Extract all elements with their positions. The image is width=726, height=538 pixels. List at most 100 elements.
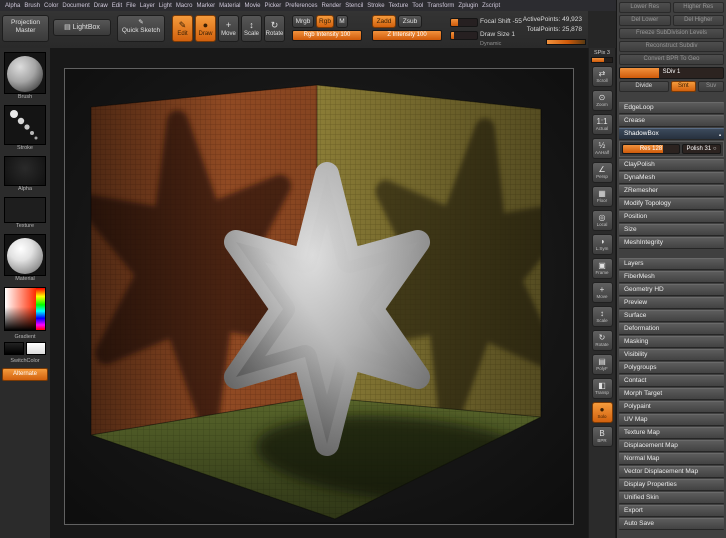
shelf-icon-button[interactable]: ▦ Floor	[591, 186, 613, 207]
shelf-icon-button[interactable]: ½ AAHalf	[591, 138, 613, 159]
sdiv-slider[interactable]: SDiv 1	[619, 67, 724, 79]
geometry-section-row[interactable]: Size	[619, 224, 724, 236]
menu-item[interactable]: Light	[157, 3, 174, 9]
menu-item[interactable]: Render	[320, 3, 344, 9]
shelf-icon-button[interactable]: ↕ Scale	[591, 306, 613, 327]
rotate-mode-button[interactable]: ↻ Rotate	[264, 15, 285, 42]
menu-item[interactable]: Tool	[410, 3, 425, 9]
edgeloop-section[interactable]: EdgeLoop	[619, 102, 724, 114]
tool-subpalette-row[interactable]: Export	[619, 505, 724, 517]
z-intensity-slider[interactable]: Z Intensity 100	[372, 30, 442, 41]
del-lower-button[interactable]: Del Lower	[619, 15, 671, 26]
geometry-section-row[interactable]: Position	[619, 211, 724, 223]
shadowbox-res-slider[interactable]: Res 128	[622, 144, 680, 154]
shelf-icon-button[interactable]: ⊙ Zoom	[591, 90, 613, 111]
shelf-icon-button[interactable]: ◑ L.Sym	[591, 234, 613, 255]
tool-subpalette-row[interactable]: UV Map	[619, 414, 724, 426]
spix-slider[interactable]	[591, 57, 613, 63]
tool-subpalette-row[interactable]: Vector Displacement Map	[619, 466, 724, 478]
smt-toggle[interactable]: Smt	[670, 81, 697, 92]
divide-button[interactable]: Divide	[619, 81, 669, 92]
menu-item[interactable]: Texture	[387, 3, 411, 9]
menu-item[interactable]: Zplugin	[456, 3, 480, 9]
suv-toggle[interactable]: Suv	[698, 81, 724, 92]
geometry-section-row[interactable]: DynaMesh	[619, 172, 724, 184]
shelf-icon-button[interactable]: ▤ PolyF	[591, 354, 613, 375]
shelf-icon-button[interactable]: ◧ Transp	[591, 378, 613, 399]
shadowbox-section[interactable]: ShadowBox ▪	[619, 128, 724, 140]
tool-subpalette-row[interactable]: Layers	[619, 258, 724, 270]
tool-subpalette-row[interactable]: Polygroups	[619, 362, 724, 374]
menu-item[interactable]: Draw	[92, 3, 110, 9]
tool-subpalette-row[interactable]: Auto Save	[619, 518, 724, 530]
menu-item[interactable]: Movie	[243, 3, 263, 9]
convert-bpr-button[interactable]: Convert BPR To Geo	[619, 54, 724, 65]
tool-subpalette-row[interactable]: Masking	[619, 336, 724, 348]
menu-item[interactable]: Material	[217, 3, 242, 9]
tool-subpalette-row[interactable]: Deformation	[619, 323, 724, 335]
tool-subpalette-row[interactable]: Morph Target	[619, 388, 724, 400]
shelf-icon-button[interactable]: ↻ Rotate	[591, 330, 613, 351]
texture-thumbnail[interactable]	[4, 197, 46, 223]
tool-subpalette-row[interactable]: Texture Map	[619, 427, 724, 439]
shelf-icon-button[interactable]: ● Solo	[591, 402, 613, 423]
zsub-button[interactable]: Zsub	[398, 15, 422, 28]
tool-subpalette-row[interactable]: FiberMesh	[619, 271, 724, 283]
menu-item[interactable]: Zscript	[480, 3, 502, 9]
main-color-swatch[interactable]	[4, 342, 24, 355]
menu-item[interactable]: File	[124, 3, 138, 9]
menu-item[interactable]: Alpha	[3, 3, 22, 9]
shelf-icon-button[interactable]: B BPR	[591, 426, 613, 447]
menu-item[interactable]: Stencil	[343, 3, 365, 9]
material-thumbnail[interactable]	[4, 234, 46, 276]
edit-mode-button[interactable]: ✎ Edit	[172, 15, 193, 42]
reconstruct-subdiv-button[interactable]: Reconstruct Subdiv	[619, 41, 724, 52]
tool-subpalette-row[interactable]: Normal Map	[619, 453, 724, 465]
tool-subpalette-row[interactable]: Displacement Map	[619, 440, 724, 452]
crease-section[interactable]: Crease	[619, 115, 724, 127]
quick-sketch-button[interactable]: ✎ Quick Sketch	[117, 15, 165, 42]
shelf-icon-button[interactable]: ∠ Persp	[591, 162, 613, 183]
rgb-button[interactable]: Rgb	[316, 15, 334, 28]
viewport-canvas[interactable]	[65, 69, 573, 522]
higher-res-button[interactable]: Higher Res	[672, 2, 724, 13]
alternate-button[interactable]: Alternate	[2, 368, 48, 381]
polish-smooth-toggle-icon[interactable]: ○	[713, 146, 717, 152]
menu-item[interactable]: Transform	[425, 3, 456, 9]
tool-subpalette-row[interactable]: Display Properties	[619, 479, 724, 491]
mrgb-button[interactable]: Mrgb	[292, 15, 314, 28]
menu-item[interactable]: Picker	[263, 3, 284, 9]
tool-subpalette-row[interactable]: Visibility	[619, 349, 724, 361]
color-picker-sv-area[interactable]	[5, 288, 36, 330]
current-brush-thumbnail[interactable]	[4, 52, 46, 94]
del-higher-button[interactable]: Del Higher	[672, 15, 724, 26]
geometry-section-row[interactable]: Modify Topology	[619, 198, 724, 210]
draw-mode-button[interactable]: ● Draw	[195, 15, 216, 42]
color-picker-hue-strip[interactable]	[36, 288, 45, 330]
menu-item[interactable]: Document	[60, 3, 91, 9]
switch-color-label[interactable]: SwitchColor	[0, 358, 50, 365]
shelf-icon-button[interactable]: ⇄ Scroll	[591, 66, 613, 87]
color-picker[interactable]	[4, 287, 46, 331]
stroke-thumbnail[interactable]	[4, 105, 46, 145]
secondary-color-swatch[interactable]	[26, 342, 46, 355]
shelf-icon-button[interactable]: ▣ Frame	[591, 258, 613, 279]
projection-master-button[interactable]: Projection Master	[2, 15, 49, 42]
geometry-section-row[interactable]: MeshIntegrity	[619, 237, 724, 249]
move-mode-button[interactable]: + Move	[218, 15, 239, 42]
tool-subpalette-row[interactable]: Geometry HD	[619, 284, 724, 296]
tool-subpalette-row[interactable]: Surface	[619, 310, 724, 322]
shelf-icon-button[interactable]: 1:1 Actual	[591, 114, 613, 135]
lower-res-button[interactable]: Lower Res	[619, 2, 671, 13]
spix-control[interactable]: SPix 3	[589, 48, 615, 63]
tool-subpalette-row[interactable]: Unified Skin	[619, 492, 724, 504]
menu-item[interactable]: Macro	[174, 3, 195, 9]
m-button[interactable]: M	[336, 15, 348, 28]
lightbox-button[interactable]: ▤ LightBox	[53, 19, 111, 36]
polish-slider[interactable]: Polish 31 ○	[682, 144, 721, 154]
freeze-subdivision-button[interactable]: Freeze SubDivision Levels	[619, 28, 724, 39]
alpha-thumbnail[interactable]	[4, 156, 46, 186]
menu-item[interactable]: Edit	[110, 3, 124, 9]
geometry-section-row[interactable]: ZRemesher	[619, 185, 724, 197]
shelf-icon-button[interactable]: ◎ Local	[591, 210, 613, 231]
